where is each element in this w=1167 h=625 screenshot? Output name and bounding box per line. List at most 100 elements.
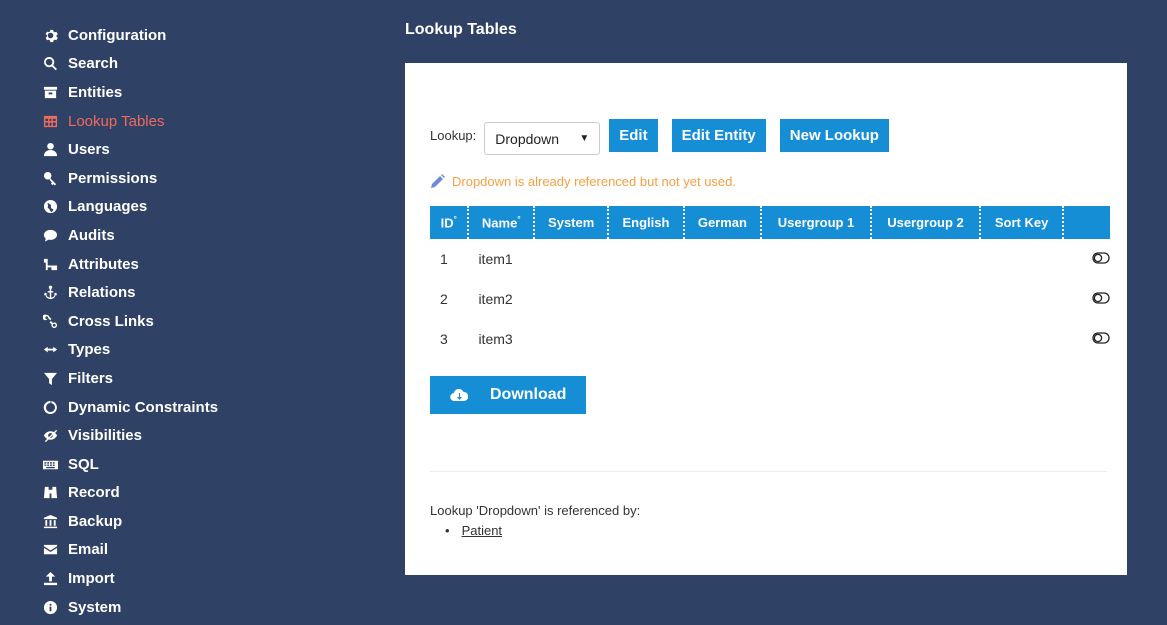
arrows-horizontal-icon bbox=[40, 340, 60, 360]
lookup-toolbar: Lookup: Dropdown ▼ Edit Edit Entity New … bbox=[430, 116, 903, 155]
sidebar-item-import[interactable]: Import bbox=[40, 564, 360, 593]
reference-warning: Dropdown is already referenced but not y… bbox=[430, 173, 736, 189]
cell-id: 3 bbox=[440, 331, 448, 347]
toggle-icon[interactable] bbox=[1092, 331, 1110, 345]
toggle-icon[interactable] bbox=[1092, 291, 1110, 305]
list-item: • Patient bbox=[445, 523, 502, 538]
key-icon bbox=[40, 168, 60, 188]
column-header-system[interactable]: System bbox=[533, 206, 610, 239]
column-header-english[interactable]: English bbox=[608, 206, 685, 239]
sidebar-item-label: Attributes bbox=[68, 255, 139, 273]
sidebar-item-search[interactable]: Search bbox=[40, 50, 360, 79]
sidebar-item-label: Filters bbox=[68, 369, 114, 387]
divider bbox=[430, 471, 1107, 472]
cell-german bbox=[684, 279, 762, 319]
eye-slash-icon bbox=[40, 426, 60, 446]
cell-actions bbox=[1063, 239, 1110, 279]
cell-sort-key bbox=[980, 279, 1063, 319]
cell-sort-key bbox=[980, 319, 1063, 359]
cell-usergroup-2 bbox=[871, 239, 980, 279]
sidebar-item-label: Lookup Tables bbox=[68, 112, 165, 130]
sidebar-item-users[interactable]: Users bbox=[40, 135, 360, 164]
sidebar-item-label: Visibilities bbox=[68, 427, 142, 445]
table-row: 2 item2 bbox=[430, 279, 1110, 319]
comment-icon bbox=[40, 225, 60, 245]
sidebar-item-visibilities[interactable]: Visibilities bbox=[40, 421, 360, 450]
new-lookup-button[interactable]: New Lookup bbox=[779, 119, 889, 152]
cell-english bbox=[608, 279, 683, 319]
cell-usergroup-2 bbox=[871, 319, 980, 359]
column-header-usergroup-1[interactable]: Usergroup 1 bbox=[761, 206, 872, 239]
sidebar-item-lookup-tables[interactable]: Lookup Tables bbox=[40, 107, 360, 136]
cell-english bbox=[608, 239, 683, 279]
sidebar-item-system[interactable]: System bbox=[40, 593, 360, 622]
sidebar-item-record[interactable]: Record bbox=[40, 479, 360, 508]
link-icon bbox=[40, 311, 60, 331]
column-header-id[interactable]: ID° bbox=[430, 206, 470, 239]
cell-name: item2 bbox=[478, 291, 513, 307]
table-icon bbox=[40, 111, 60, 131]
lookup-label: Lookup: bbox=[430, 128, 477, 143]
sidebar-item-filters[interactable]: Filters bbox=[40, 364, 360, 393]
sidebar-item-label: SQL bbox=[68, 455, 99, 473]
sidebar-item-label: Audits bbox=[68, 226, 115, 244]
sidebar-item-attributes[interactable]: Attributes bbox=[40, 250, 360, 279]
sidebar-item-email[interactable]: Email bbox=[40, 536, 360, 565]
cell-id: 2 bbox=[440, 291, 448, 307]
sidebar: Configuration Search Entities Lookup Tab… bbox=[40, 21, 360, 621]
table-header-row: ID° Name° System English German Usergrou… bbox=[430, 206, 1110, 239]
sidebar-item-label: Email bbox=[68, 541, 109, 559]
sidebar-item-configuration[interactable]: Configuration bbox=[40, 21, 360, 50]
edit-entity-button[interactable]: Edit Entity bbox=[671, 119, 766, 152]
sidebar-item-label: Users bbox=[68, 141, 110, 159]
lookup-select[interactable]: Dropdown ▼ bbox=[484, 122, 601, 155]
upload-icon bbox=[40, 569, 60, 589]
edit-button[interactable]: Edit bbox=[609, 119, 658, 152]
sidebar-item-entities[interactable]: Entities bbox=[40, 78, 360, 107]
sidebar-item-label: Configuration bbox=[68, 26, 167, 44]
column-header-name[interactable]: Name° bbox=[468, 206, 535, 239]
keyboard-icon bbox=[40, 454, 60, 474]
sidebar-item-cross-links[interactable]: Cross Links bbox=[40, 307, 360, 336]
sidebar-item-label: System bbox=[68, 598, 122, 616]
table-row: 1 item1 bbox=[430, 239, 1110, 279]
sidebar-item-permissions[interactable]: Permissions bbox=[40, 164, 360, 193]
toggle-icon[interactable] bbox=[1092, 251, 1110, 265]
lookup-select-value: Dropdown bbox=[495, 130, 560, 147]
info-circle-icon bbox=[40, 597, 60, 617]
sidebar-item-label: Permissions bbox=[68, 169, 158, 187]
cell-system bbox=[534, 279, 608, 319]
cloud-download-icon bbox=[450, 388, 468, 402]
link-icon bbox=[430, 173, 446, 189]
caret-down-icon: ▼ bbox=[579, 133, 590, 144]
column-header-german[interactable]: German bbox=[683, 206, 763, 239]
cell-id: 1 bbox=[440, 251, 448, 267]
sidebar-item-languages[interactable]: Languages bbox=[40, 193, 360, 222]
anchor-icon bbox=[40, 283, 60, 303]
column-header-usergroup-2[interactable]: Usergroup 2 bbox=[870, 206, 982, 239]
sidebar-item-sql[interactable]: SQL bbox=[40, 450, 360, 479]
sidebar-item-label: Types bbox=[68, 341, 111, 359]
cell-actions bbox=[1063, 279, 1110, 319]
cell-german bbox=[684, 319, 762, 359]
download-button[interactable]: Download bbox=[430, 376, 586, 414]
reference-link-patient[interactable]: Patient bbox=[462, 523, 502, 538]
sidebar-item-backup[interactable]: Backup bbox=[40, 507, 360, 536]
cell-usergroup-2 bbox=[871, 279, 980, 319]
envelope-icon bbox=[40, 540, 60, 560]
circle-notch-icon bbox=[40, 397, 60, 417]
sidebar-item-types[interactable]: Types bbox=[40, 336, 360, 365]
column-header-sort-key[interactable]: Sort Key bbox=[980, 206, 1064, 239]
bullet: • bbox=[445, 523, 450, 538]
cell-system bbox=[534, 319, 608, 359]
sidebar-item-audits[interactable]: Audits bbox=[40, 221, 360, 250]
sidebar-item-label: Cross Links bbox=[68, 312, 154, 330]
sidebar-item-label: Backup bbox=[68, 512, 123, 530]
references-list: • Patient bbox=[445, 523, 502, 538]
sidebar-item-label: Languages bbox=[68, 198, 148, 216]
sidebar-item-relations[interactable]: Relations bbox=[40, 278, 360, 307]
page-title: Lookup Tables bbox=[405, 21, 517, 38]
sidebar-item-label: Record bbox=[68, 484, 120, 502]
sidebar-item-dynamic-constraints[interactable]: Dynamic Constraints bbox=[40, 393, 360, 422]
filter-icon bbox=[40, 368, 60, 388]
